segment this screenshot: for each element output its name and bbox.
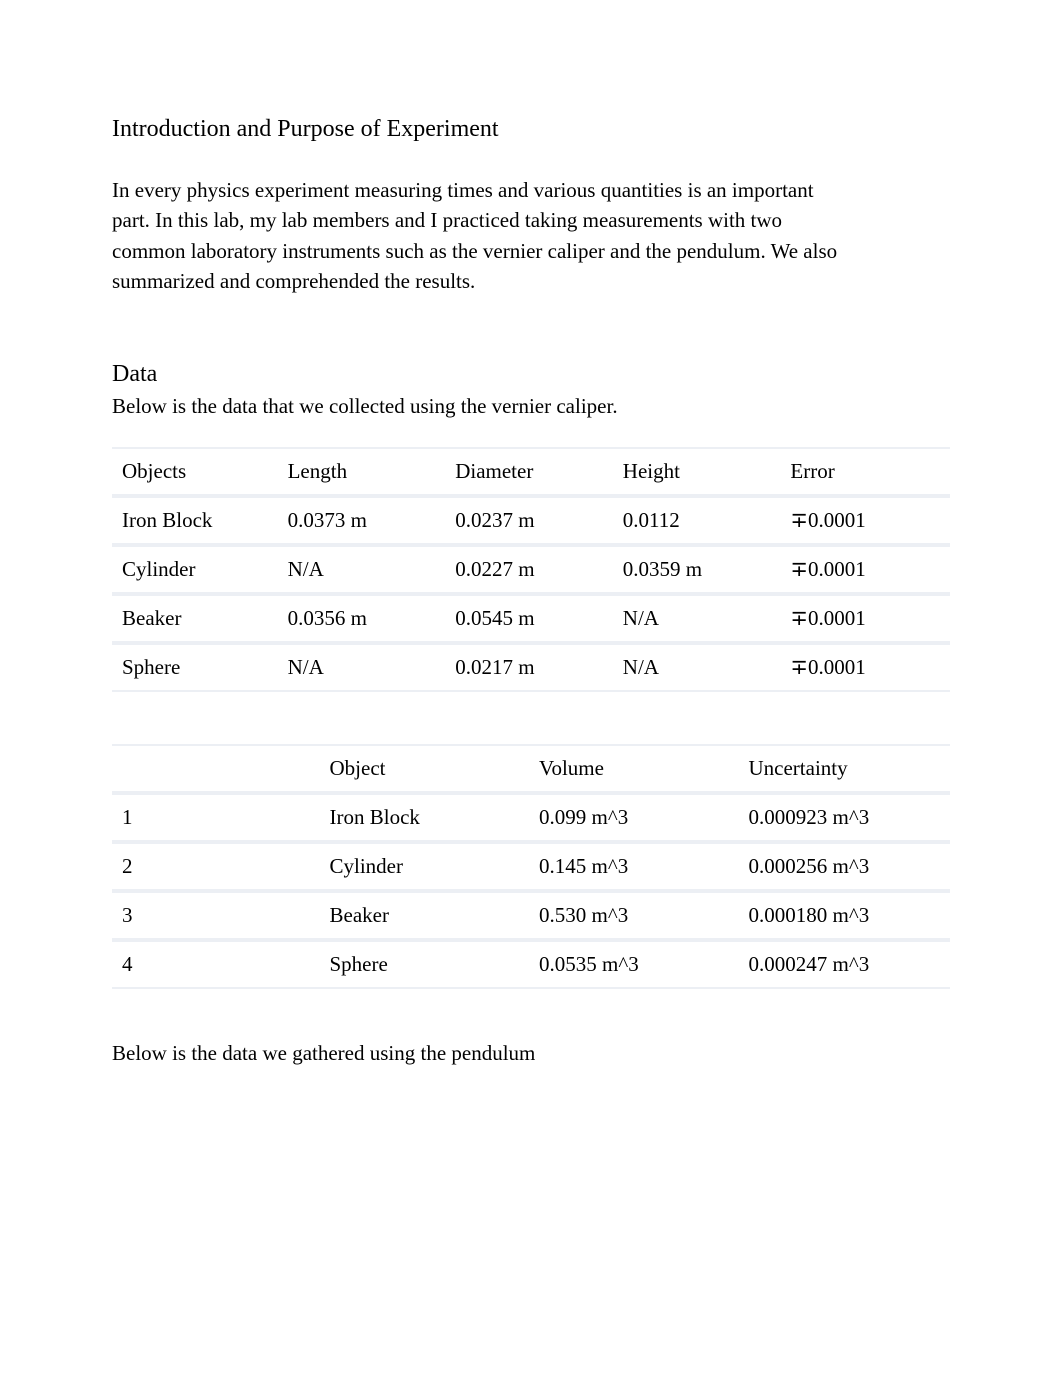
measurements-table: Objects Length Diameter Height Error Iro… — [112, 447, 950, 692]
table-row: Beaker 0.0356 m 0.0545 m N/A ∓0.0001 — [112, 594, 950, 643]
table-cell: ∓0.0001 — [782, 545, 950, 594]
table-cell: Beaker — [112, 594, 280, 643]
table-header-cell: Volume — [531, 744, 741, 793]
document-page: Introduction and Purpose of Experiment I… — [0, 0, 1062, 1066]
table-cell: 0.0237 m — [447, 496, 615, 545]
table-cell: 0.0356 m — [280, 594, 448, 643]
table-cell: Sphere — [322, 940, 532, 989]
pendulum-caption: Below is the data we gathered using the … — [112, 1041, 950, 1066]
table-cell: N/A — [280, 643, 448, 692]
table-header-cell: Height — [615, 447, 783, 496]
table-cell: 4 — [112, 940, 322, 989]
table-row: Iron Block 0.0373 m 0.0237 m 0.0112 ∓0.0… — [112, 496, 950, 545]
table-cell: 2 — [112, 842, 322, 891]
table-row: Objects Length Diameter Height Error — [112, 447, 950, 496]
table-cell: 3 — [112, 891, 322, 940]
table-header-cell: Length — [280, 447, 448, 496]
table-cell: 0.0545 m — [447, 594, 615, 643]
table-row: 1 Iron Block 0.099 m^3 0.000923 m^3 — [112, 793, 950, 842]
table-cell: 1 — [112, 793, 322, 842]
table-header-cell: Diameter — [447, 447, 615, 496]
table-cell: N/A — [280, 545, 448, 594]
table-cell: N/A — [615, 643, 783, 692]
table-cell: ∓0.0001 — [782, 594, 950, 643]
table-cell: 0.0217 m — [447, 643, 615, 692]
table-cell: 0.0112 — [615, 496, 783, 545]
table-cell: 0.0227 m — [447, 545, 615, 594]
table-row: 2 Cylinder 0.145 m^3 0.000256 m^3 — [112, 842, 950, 891]
table-row: 4 Sphere 0.0535 m^3 0.000247 m^3 — [112, 940, 950, 989]
data-caption: Below is the data that we collected usin… — [112, 394, 950, 419]
table-cell: Cylinder — [112, 545, 280, 594]
table-cell: N/A — [615, 594, 783, 643]
table-cell: Iron Block — [112, 496, 280, 545]
table-row: Object Volume Uncertainty — [112, 744, 950, 793]
table-header-cell: Objects — [112, 447, 280, 496]
table-cell: 0.0373 m — [280, 496, 448, 545]
table-cell: 0.530 m^3 — [531, 891, 741, 940]
table-cell: 0.0359 m — [615, 545, 783, 594]
table-cell: Cylinder — [322, 842, 532, 891]
table-cell: 0.099 m^3 — [531, 793, 741, 842]
table-header-cell: Uncertainty — [741, 744, 951, 793]
table-row: Sphere N/A 0.0217 m N/A ∓0.0001 — [112, 643, 950, 692]
table-header-cell: Error — [782, 447, 950, 496]
table-header-cell: Object — [322, 744, 532, 793]
table-cell: Iron Block — [322, 793, 532, 842]
table-cell: 0.000180 m^3 — [741, 891, 951, 940]
table-cell: ∓0.0001 — [782, 643, 950, 692]
table-row: Cylinder N/A 0.0227 m 0.0359 m ∓0.0001 — [112, 545, 950, 594]
table-cell: 0.000247 m^3 — [741, 940, 951, 989]
table-cell: 0.145 m^3 — [531, 842, 741, 891]
intro-heading: Introduction and Purpose of Experiment — [112, 116, 950, 143]
data-heading: Data — [112, 361, 950, 388]
table-row: 3 Beaker 0.530 m^3 0.000180 m^3 — [112, 891, 950, 940]
intro-paragraph: In every physics experiment measuring ti… — [112, 175, 852, 297]
table-header-cell — [112, 744, 322, 793]
table-cell: 0.0535 m^3 — [531, 940, 741, 989]
table-cell: 0.000256 m^3 — [741, 842, 951, 891]
table-cell: Sphere — [112, 643, 280, 692]
table-cell: ∓0.0001 — [782, 496, 950, 545]
table-cell: 0.000923 m^3 — [741, 793, 951, 842]
volume-table: Object Volume Uncertainty 1 Iron Block 0… — [112, 744, 950, 989]
table-cell: Beaker — [322, 891, 532, 940]
